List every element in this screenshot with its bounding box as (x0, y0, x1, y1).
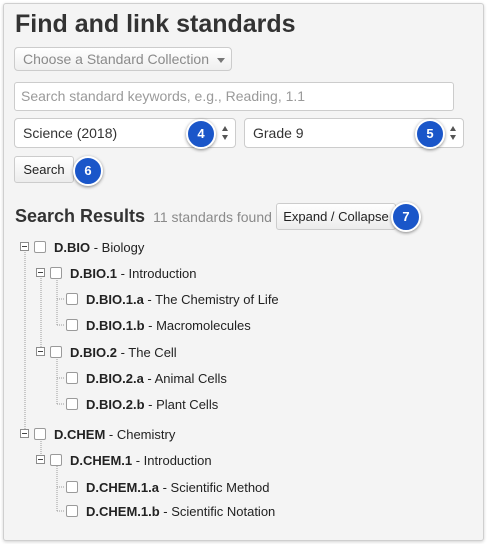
standard-code: D.CHEM (54, 427, 106, 442)
standard-title: - Introduction (116, 266, 197, 281)
standard-title: - Animal Cells (143, 371, 227, 386)
standard-code: D.BIO.2.b (86, 397, 145, 412)
standard-checkbox[interactable] (66, 481, 78, 493)
standard-code: D.CHEM.1.b (86, 504, 160, 519)
collapse-toggle-icon[interactable] (20, 429, 29, 438)
standard-title: - Chemistry (105, 427, 176, 442)
standard-checkbox[interactable] (50, 267, 62, 279)
collapse-toggle-icon[interactable] (20, 242, 29, 251)
standard-checkbox[interactable] (34, 428, 46, 440)
standard-checkbox[interactable] (66, 319, 78, 331)
standard-code: D.CHEM.1 (70, 453, 133, 468)
standard-code: D.CHEM.1.a (86, 480, 159, 495)
standard-code: D.BIO (54, 240, 91, 255)
standard-title: - Introduction (132, 453, 212, 468)
standard-code: D.BIO.2.a (86, 371, 144, 386)
standard-checkbox[interactable] (66, 505, 78, 517)
standard-checkbox[interactable] (34, 241, 46, 253)
standard-code: D.BIO.1 (70, 266, 117, 281)
standard-title: - The Chemistry of Life (143, 292, 279, 307)
standard-code: D.BIO.1.a (86, 292, 144, 307)
standard-title: - Biology (90, 240, 145, 255)
standard-checkbox[interactable] (66, 372, 78, 384)
standard-checkbox[interactable] (66, 398, 78, 410)
standard-checkbox[interactable] (50, 346, 62, 358)
standard-code: D.BIO.2 (70, 345, 117, 360)
standard-checkbox[interactable] (50, 454, 62, 466)
collapse-toggle-icon[interactable] (36, 455, 45, 464)
standards-tree: D.BIO - Biology D.BIO.1 - Introduction D… (0, 0, 487, 544)
collapse-toggle-icon[interactable] (36, 268, 45, 277)
collapse-toggle-icon[interactable] (36, 347, 45, 356)
standard-title: - Scientific Method (158, 480, 270, 495)
standard-code: D.BIO.1.b (86, 318, 145, 333)
standard-title: - The Cell (116, 345, 177, 360)
standard-title: - Scientific Notation (159, 504, 276, 519)
standard-checkbox[interactable] (66, 293, 78, 305)
standard-title: - Plant Cells (144, 397, 219, 412)
standard-title: - Macromolecules (144, 318, 251, 333)
